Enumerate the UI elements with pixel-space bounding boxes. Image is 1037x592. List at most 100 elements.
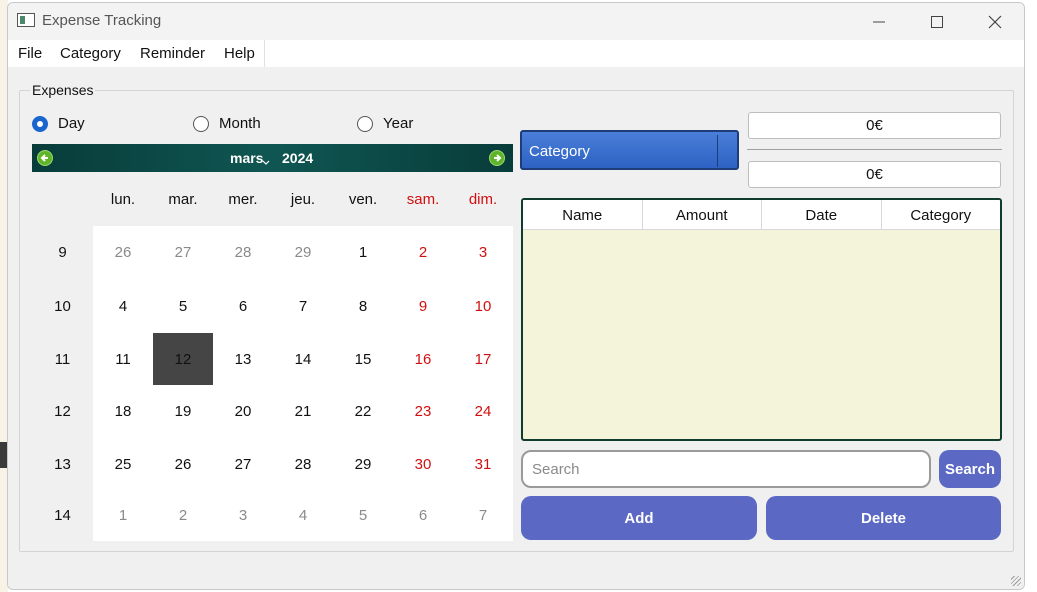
- calendar-day[interactable]: 13: [213, 333, 273, 385]
- weekday-header: sam.: [406, 190, 440, 208]
- menu-help[interactable]: Help: [224, 45, 255, 62]
- weekday-header: dim.: [468, 190, 498, 208]
- calendar-month-dropdown[interactable]: mars: [230, 150, 263, 166]
- arrow-left-icon: [40, 154, 48, 162]
- calendar-day[interactable]: 7: [273, 280, 333, 332]
- calendar-day[interactable]: 31: [453, 438, 513, 490]
- totals-separator: [747, 149, 1002, 150]
- prev-month-button[interactable]: [37, 150, 53, 166]
- calendar-day[interactable]: 18: [93, 385, 153, 437]
- calendar-day[interactable]: 17: [453, 333, 513, 385]
- calendar-grid: lun. mar. mer. jeu. ven. sam. dim. 9 26 27 28 29 1 2 3…: [32, 172, 513, 541]
- weekday-header: ven.: [348, 190, 378, 208]
- maximize-button[interactable]: [908, 3, 966, 40]
- radio-day[interactable]: Day: [32, 115, 85, 132]
- calendar-day[interactable]: 27: [213, 438, 273, 490]
- calendar-day[interactable]: 2: [153, 490, 213, 541]
- category-select-value: Category: [529, 143, 590, 160]
- radio-day-indicator: [32, 115, 48, 132]
- expenses-group-title: Expenses: [30, 82, 96, 98]
- calendar-day-selected[interactable]: 12: [153, 333, 213, 385]
- close-button[interactable]: [966, 3, 1024, 40]
- search-button[interactable]: Search: [939, 450, 1001, 488]
- calendar-day[interactable]: 25: [93, 438, 153, 490]
- calendar-day[interactable]: 29: [333, 438, 393, 490]
- calendar-day[interactable]: 28: [273, 438, 333, 490]
- calendar-day[interactable]: 2: [393, 226, 453, 278]
- calendar-day[interactable]: 29: [273, 226, 333, 278]
- menu-file[interactable]: File: [18, 45, 42, 62]
- calendar-day[interactable]: 27: [153, 226, 213, 278]
- menu-reminder[interactable]: Reminder: [140, 45, 205, 62]
- total-field-secondary: 0€: [748, 161, 1001, 188]
- minimize-button[interactable]: [850, 3, 908, 40]
- calendar-day[interactable]: 21: [273, 385, 333, 437]
- calendar-day[interactable]: 26: [153, 438, 213, 490]
- week-number: 13: [54, 455, 71, 473]
- weekday-header: mar.: [168, 190, 198, 208]
- calendar-day[interactable]: 11: [93, 333, 153, 385]
- minimize-icon: [873, 21, 885, 22]
- delete-button[interactable]: Delete: [766, 496, 1001, 540]
- calendar-day[interactable]: 1: [333, 226, 393, 278]
- resize-grip[interactable]: [1011, 576, 1021, 586]
- calendar-day[interactable]: 1: [93, 490, 153, 541]
- week-number: 9: [58, 243, 67, 261]
- calendar-day[interactable]: 6: [393, 490, 453, 541]
- column-header-date[interactable]: Date: [762, 200, 882, 230]
- calendar-day[interactable]: 20: [213, 385, 273, 437]
- weekday-header: lun.: [110, 190, 136, 208]
- calendar-day[interactable]: 7: [453, 490, 513, 541]
- category-select[interactable]: Category: [520, 130, 739, 170]
- arrow-right-icon: [494, 154, 502, 162]
- week-number: 12: [54, 402, 71, 420]
- window-title: Expense Tracking: [42, 12, 162, 29]
- menu-bar: File Category Reminder Help: [8, 40, 1024, 67]
- column-header-amount[interactable]: Amount: [643, 200, 762, 230]
- search-input[interactable]: [521, 450, 931, 488]
- calendar-day[interactable]: 30: [393, 438, 453, 490]
- calendar-day[interactable]: 3: [213, 490, 273, 541]
- calendar-day[interactable]: 5: [333, 490, 393, 541]
- radio-year-label: Year: [383, 115, 414, 132]
- next-month-button[interactable]: [489, 150, 505, 166]
- calendar-day[interactable]: 10: [453, 280, 513, 332]
- calendar-day[interactable]: 4: [93, 280, 153, 332]
- calendar-day[interactable]: 6: [213, 280, 273, 332]
- menu-category[interactable]: Category: [60, 45, 121, 62]
- add-button[interactable]: Add: [521, 496, 757, 540]
- calendar-day[interactable]: 8: [333, 280, 393, 332]
- radio-year-indicator: [357, 115, 373, 132]
- week-number: 10: [54, 297, 71, 315]
- column-header-category[interactable]: Category: [882, 200, 1001, 230]
- radio-day-label: Day: [58, 115, 85, 132]
- calendar-day[interactable]: 4: [273, 490, 333, 541]
- app-icon: [17, 13, 35, 27]
- radio-month-label: Month: [219, 115, 261, 132]
- calendar-day[interactable]: 26: [93, 226, 153, 278]
- calendar-day[interactable]: 3: [453, 226, 513, 278]
- calendar-day[interactable]: 15: [333, 333, 393, 385]
- calendar-day[interactable]: 19: [153, 385, 213, 437]
- category-select-divider: [717, 135, 718, 167]
- calendar-day[interactable]: 28: [213, 226, 273, 278]
- calendar-day[interactable]: 14: [273, 333, 333, 385]
- radio-year[interactable]: Year: [357, 115, 413, 132]
- close-icon: [988, 15, 1002, 28]
- week-number: 11: [54, 350, 71, 368]
- calendar-day[interactable]: 24: [453, 385, 513, 437]
- weekday-header: mer.: [228, 190, 258, 208]
- radio-month-indicator: [193, 115, 209, 132]
- week-number: 14: [54, 507, 71, 524]
- column-header-name[interactable]: Name: [523, 200, 643, 230]
- calendar-day[interactable]: 9: [393, 280, 453, 332]
- expenses-table[interactable]: Name Amount Date Category: [521, 198, 1002, 441]
- calendar-day[interactable]: 5: [153, 280, 213, 332]
- menu-separator: [264, 40, 265, 67]
- calendar-day[interactable]: 23: [393, 385, 453, 437]
- calendar-day[interactable]: 16: [393, 333, 453, 385]
- calendar-navigation-bar: mars 2024: [32, 144, 513, 172]
- calendar-day[interactable]: 22: [333, 385, 393, 437]
- radio-month[interactable]: Month: [193, 115, 261, 132]
- calendar-year-spinner[interactable]: 2024: [282, 150, 313, 166]
